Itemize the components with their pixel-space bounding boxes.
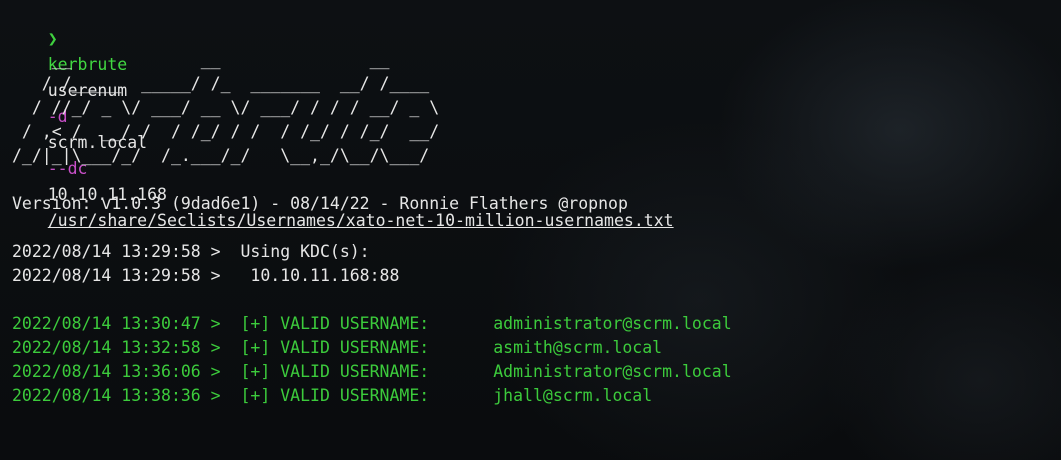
valid-username-line: 2022/08/14 13:36:06 > [+] VALID USERNAME… <box>12 360 1049 384</box>
result-username: Administrator@scrm.local <box>493 362 732 381</box>
valid-username-line: 2022/08/14 13:38:36 > [+] VALID USERNAME… <box>12 384 1049 408</box>
valid-username-line: 2022/08/14 13:30:47 > [+] VALID USERNAME… <box>12 312 1049 336</box>
result-prefix: 2022/08/14 13:38:36 > [+] VALID USERNAME… <box>12 386 430 405</box>
prompt-arrow-icon: ❯ <box>47 29 58 48</box>
result-username: asmith@scrm.local <box>493 338 663 357</box>
result-username: jhall@scrm.local <box>493 386 653 405</box>
ascii-banner: __ __ __ / /_____ _____/ /_ _______ __/ … <box>12 50 440 165</box>
result-prefix: 2022/08/14 13:32:58 > [+] VALID USERNAME… <box>12 338 430 357</box>
valid-username-line: 2022/08/14 13:32:58 > [+] VALID USERNAME… <box>12 336 1049 360</box>
version-line: Version: v1.0.3 (9dad6e1) - 08/14/22 - R… <box>12 194 628 213</box>
result-username: administrator@scrm.local <box>493 314 732 333</box>
kdc-line: 2022/08/14 13:29:58 > 10.10.11.168:88 <box>12 266 400 285</box>
terminal-window[interactable]: ❯ kerbrute userenum -d scrm.local --dc 1… <box>0 0 1061 460</box>
result-prefix: 2022/08/14 13:36:06 > [+] VALID USERNAME… <box>12 362 430 381</box>
result-prefix: 2022/08/14 13:30:47 > [+] VALID USERNAME… <box>12 314 430 333</box>
command-line: ❯ kerbrute userenum -d scrm.local --dc 1… <box>8 0 1049 230</box>
kdc-line: 2022/08/14 13:29:58 > Using KDC(s): <box>12 242 370 261</box>
